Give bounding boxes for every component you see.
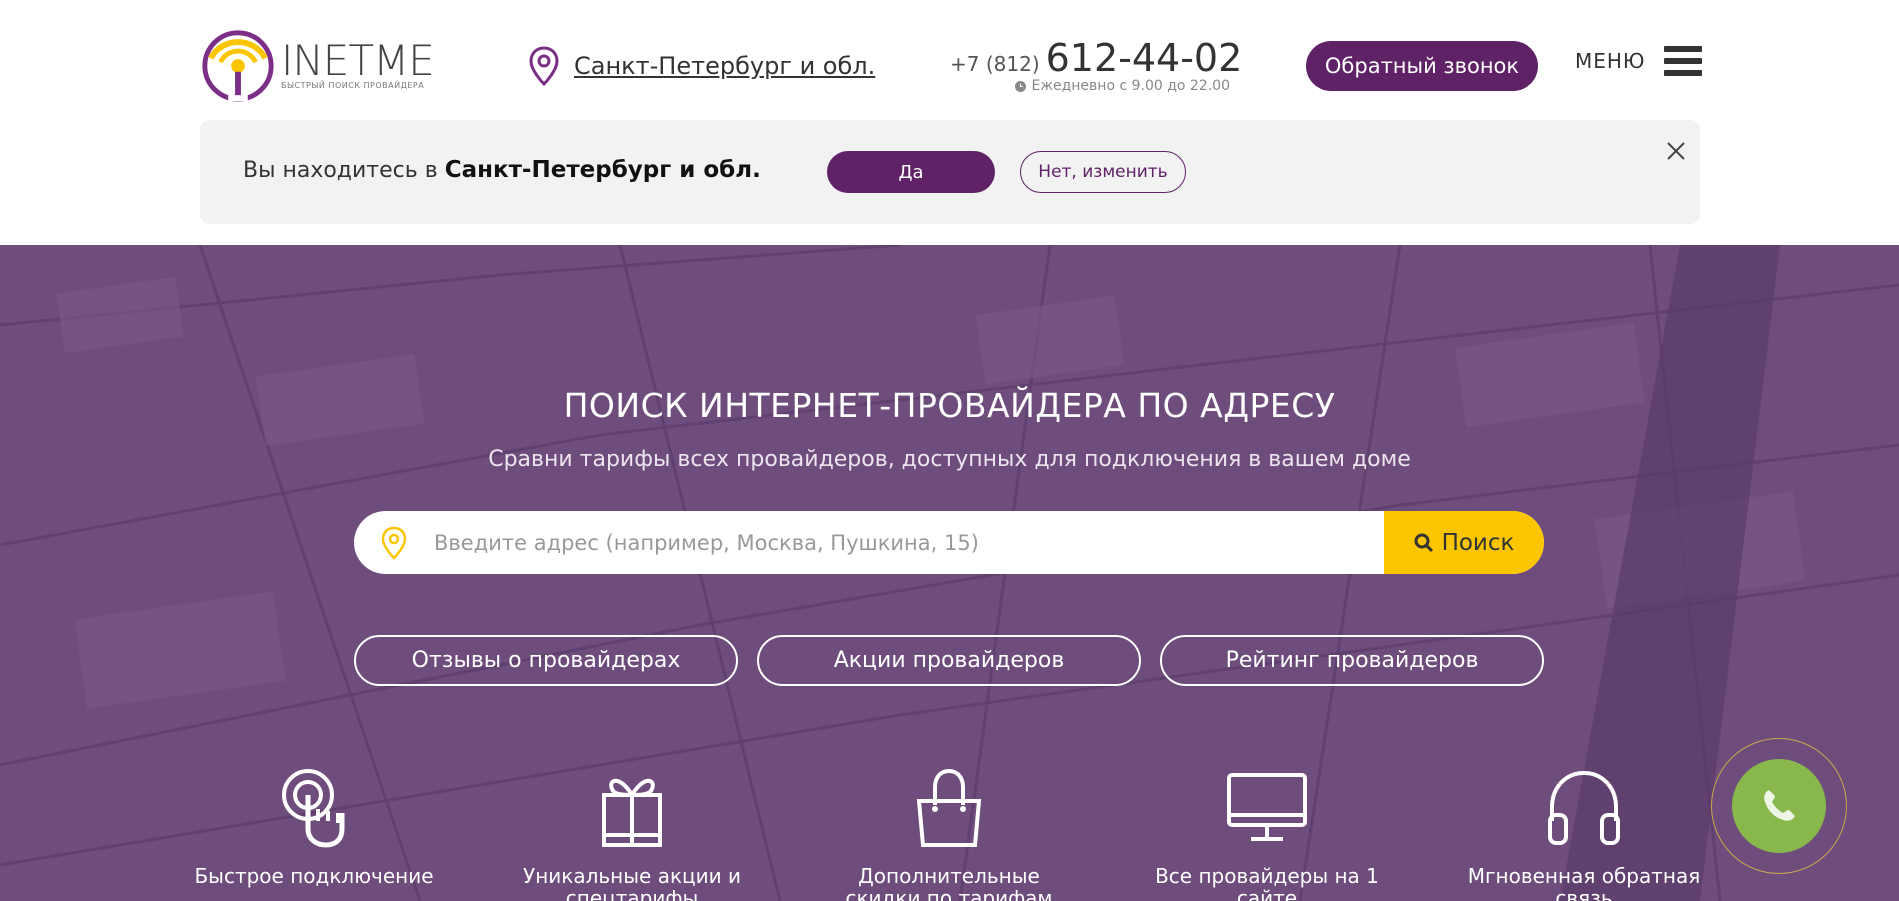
phone-prefix: +7 (812) bbox=[950, 52, 1040, 76]
feature-text: Дополнительные скидки по тарифам bbox=[845, 864, 1053, 901]
location-confirm-text: Вы находитесь в Санкт-Петербург и обл. bbox=[243, 157, 761, 183]
feature-text: Уникальные акции и спецтарифы bbox=[523, 864, 741, 901]
feature-text: Быстрое подключение bbox=[194, 864, 434, 888]
menu-label: МЕНЮ bbox=[1575, 49, 1646, 73]
feature-extra-discounts: Дополнительные скидки по тарифам bbox=[829, 765, 1069, 901]
search-button-label: Поиск bbox=[1441, 529, 1515, 556]
logo[interactable]: INETME БЫСТРЫЙ ПОИСК ПРОВАЙДЕРА bbox=[199, 24, 469, 104]
hero-subtitle: Сравни тарифы всех провайдеров, доступны… bbox=[488, 447, 1411, 472]
gift-icon bbox=[602, 778, 662, 847]
feature-fast-connect: Быстрое подключение bbox=[194, 765, 434, 887]
callback-button[interactable]: Обратный звонок bbox=[1306, 41, 1538, 91]
rating-button[interactable]: Рейтинг провайдеров bbox=[1160, 635, 1544, 686]
monitor-icon bbox=[1227, 773, 1307, 841]
logo-name: INETME bbox=[281, 35, 435, 85]
logo-tagline: БЫСТРЫЙ ПОИСК ПРОВАЙДЕРА bbox=[281, 80, 425, 90]
phone-hours-text: Ежедневно с 9.00 до 22.00 bbox=[1031, 78, 1230, 94]
hamburger-icon bbox=[1663, 46, 1702, 76]
phone-block: +7 (812) 612-44-02 Ежедневно с 9.00 до 22… bbox=[950, 36, 1242, 94]
feature-unique-offers: Уникальные акции и спецтарифы bbox=[512, 765, 752, 901]
feature-all-providers: Все провайдеры на 1 сайте bbox=[1147, 765, 1387, 901]
feature-text: Мгновенная обратная связь bbox=[1467, 864, 1701, 901]
promotions-button[interactable]: Акции провайдеров bbox=[757, 635, 1141, 686]
site-header: INETME БЫСТРЫЙ ПОИСК ПРОВАЙДЕРА Санкт-Пе… bbox=[0, 0, 1899, 120]
address-search-input[interactable] bbox=[434, 511, 1384, 574]
touch-icon bbox=[282, 769, 345, 848]
clock-icon bbox=[1014, 80, 1026, 92]
location-confirm-bar: Вы находитесь в Санкт-Петербург и обл. Д… bbox=[200, 120, 1700, 224]
menu-toggle[interactable]: МЕНЮ bbox=[1575, 46, 1702, 76]
phone-icon bbox=[1764, 790, 1795, 821]
phone-number: 612-44-02 bbox=[1045, 36, 1243, 80]
phone-hours: Ежедневно с 9.00 до 22.00 bbox=[950, 78, 1230, 94]
headphones-icon bbox=[1548, 770, 1620, 845]
wifi-logo-icon bbox=[202, 30, 274, 102]
search-button[interactable]: Поиск bbox=[1384, 511, 1544, 574]
phone-link[interactable]: +7 (812) 612-44-02 bbox=[950, 36, 1242, 80]
reviews-button[interactable]: Отзывы о провайдерах bbox=[354, 635, 738, 686]
feature-text: Все провайдеры на 1 сайте bbox=[1155, 864, 1379, 901]
hero-section: ПОИСК ИНТЕРНЕТ-ПРОВАЙДЕРА ПО АДРЕСУ Срав… bbox=[0, 245, 1899, 901]
location-pin-icon bbox=[381, 526, 407, 560]
change-location-button[interactable]: Нет, изменить bbox=[1020, 151, 1186, 193]
search-icon bbox=[1414, 533, 1433, 552]
location-confirm-city: Санкт-Петербург и обл. bbox=[444, 157, 761, 183]
confirm-yes-button[interactable]: Да bbox=[827, 151, 995, 193]
address-search: Поиск bbox=[354, 511, 1544, 574]
city-link[interactable]: Санкт-Петербург и обл. bbox=[574, 52, 875, 80]
hero-title: ПОИСК ИНТЕРНЕТ-ПРОВАЙДЕРА ПО АДРЕСУ bbox=[563, 386, 1336, 425]
location-pin-icon bbox=[529, 46, 559, 86]
shopping-bag-icon bbox=[916, 768, 982, 847]
city-selector[interactable]: Санкт-Петербург и обл. bbox=[528, 46, 875, 86]
close-icon[interactable] bbox=[1665, 140, 1687, 162]
floating-call-button[interactable] bbox=[1711, 738, 1847, 874]
feature-instant-feedback: Мгновенная обратная связь bbox=[1464, 765, 1704, 901]
